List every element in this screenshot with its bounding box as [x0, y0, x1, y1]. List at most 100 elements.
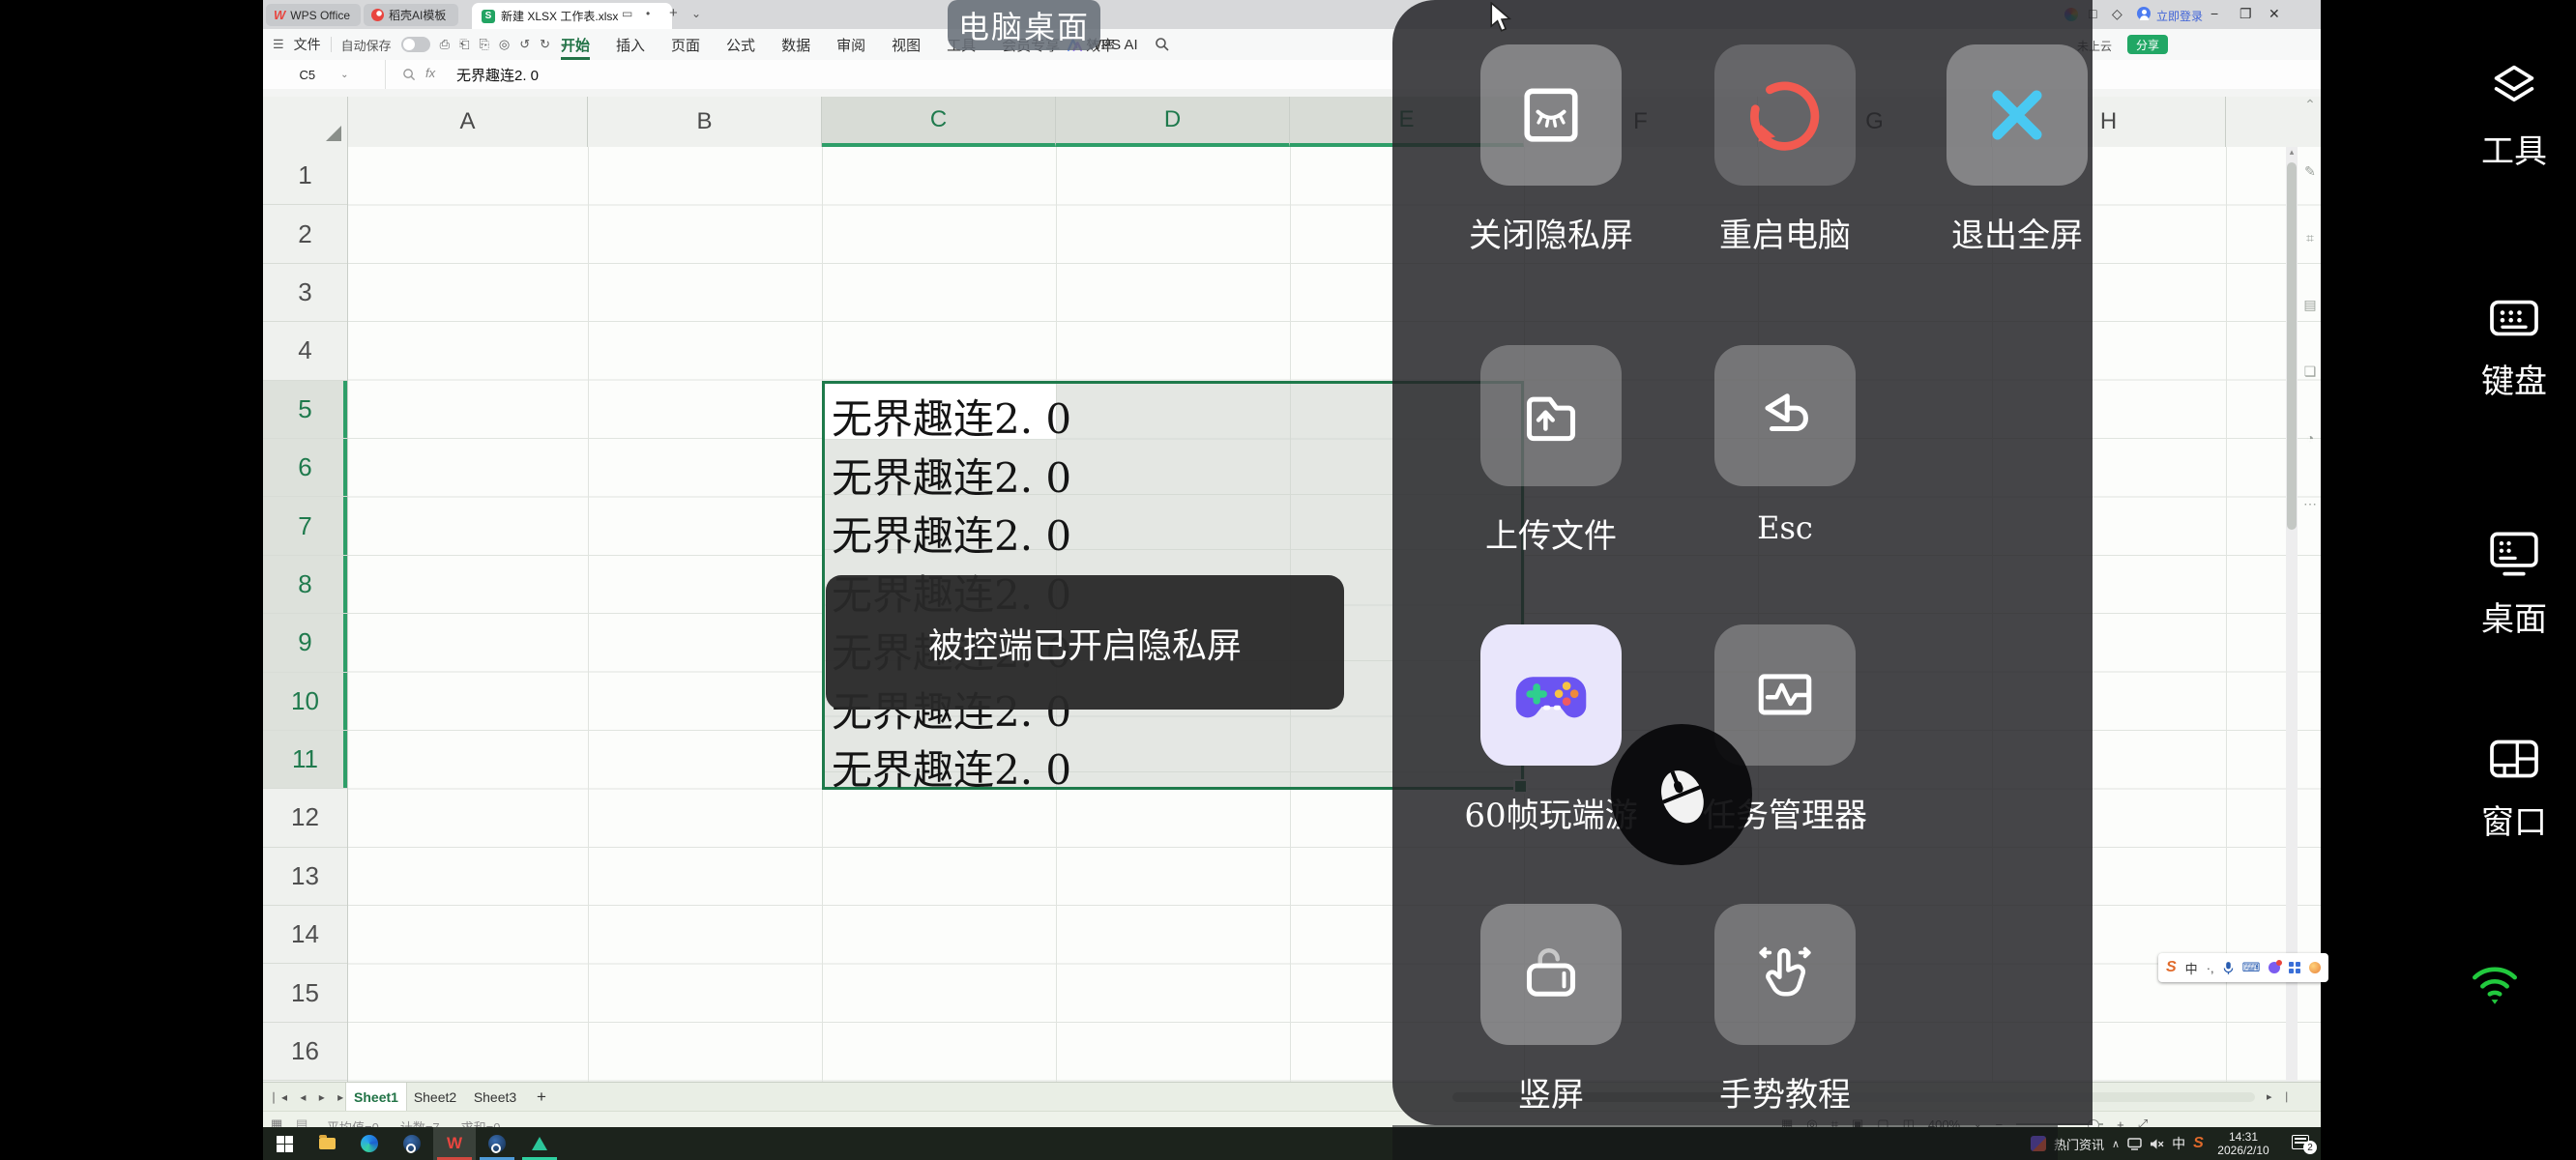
- scroll-end-icon[interactable]: ∣: [2284, 1090, 2290, 1103]
- name-box[interactable]: C5 ⌄: [263, 60, 386, 89]
- sheet-tab-1-active[interactable]: Sheet1: [345, 1083, 407, 1112]
- box-icon[interactable]: ◇: [2112, 6, 2122, 22]
- row-header[interactable]: 14: [263, 906, 347, 964]
- row-header[interactable]: 13: [263, 848, 347, 906]
- share-button[interactable]: 分享: [2127, 35, 2168, 54]
- restart-computer-button[interactable]: [1714, 44, 1856, 186]
- vertical-scroll-thumb[interactable]: [2287, 162, 2297, 530]
- row-header-selected[interactable]: 8: [263, 556, 347, 614]
- screen-label-pill[interactable]: 电脑桌面: [948, 0, 1100, 50]
- tab-formula[interactable]: 公式: [726, 29, 755, 60]
- save-icon[interactable]: ⎙: [440, 37, 450, 52]
- punctuation-mode[interactable]: ·,: [2207, 961, 2214, 975]
- sogou-toolbox-icon[interactable]: [2289, 962, 2300, 973]
- sidebar-item-windows[interactable]: 窗口: [2437, 737, 2576, 843]
- start-button[interactable]: [263, 1127, 306, 1160]
- preview-icon[interactable]: ◎: [499, 37, 510, 52]
- close-privacy-screen-button[interactable]: [1480, 44, 1622, 186]
- file-menu[interactable]: 文件: [294, 35, 321, 54]
- hidden-icons-chevron[interactable]: ∧: [2112, 1138, 2120, 1150]
- steam-button[interactable]: [391, 1127, 433, 1160]
- row-header[interactable]: 3: [263, 264, 347, 322]
- cell-text[interactable]: 无界趣连2. 0: [832, 387, 1071, 446]
- sogou-skin-icon[interactable]: [2269, 962, 2280, 973]
- avatar[interactable]: [2137, 7, 2151, 20]
- help-icon[interactable]: ◔: [2306, 430, 2314, 446]
- microphone-icon[interactable]: [2223, 961, 2234, 975]
- row-header-selected[interactable]: 6: [263, 439, 347, 497]
- select-all-corner[interactable]: [263, 97, 348, 147]
- esc-button[interactable]: [1714, 345, 1856, 486]
- new-tab-button[interactable]: +: [669, 5, 678, 21]
- emoji-icon[interactable]: [2309, 962, 2321, 973]
- row-header[interactable]: 1: [263, 147, 347, 205]
- name-box-chevron-icon[interactable]: ⌄: [340, 70, 348, 80]
- row-header[interactable]: 15: [263, 964, 347, 1022]
- panel-icon[interactable]: ❏: [2304, 363, 2317, 380]
- workbook-tab-active[interactable]: S 新建 XLSX 工作表.xlsx: [472, 3, 672, 29]
- redo-icon[interactable]: ↻: [540, 37, 550, 52]
- row-header[interactable]: 12: [263, 789, 347, 847]
- formula-value[interactable]: 无界趣连2. 0: [456, 65, 539, 85]
- mouse-mode-button[interactable]: [1611, 724, 1752, 865]
- close-button[interactable]: ✕: [2269, 6, 2280, 22]
- volume-muted-icon[interactable]: [2150, 1138, 2164, 1150]
- sheet-tab-2[interactable]: Sheet2: [405, 1083, 465, 1112]
- steam-running-button[interactable]: [476, 1127, 518, 1160]
- tab-list-chevron-icon[interactable]: ⌄: [691, 7, 701, 20]
- sidebar-item-desktop[interactable]: 桌面: [2437, 530, 2576, 640]
- row-header[interactable]: 2: [263, 205, 347, 263]
- scroll-up-icon[interactable]: ▴: [2286, 147, 2298, 158]
- cell-text[interactable]: 无界趣连2. 0: [832, 504, 1071, 563]
- login-link[interactable]: 立即登录: [2156, 8, 2203, 24]
- print-icon[interactable]: ⎘: [479, 37, 488, 52]
- minimize-button[interactable]: −: [2210, 6, 2218, 21]
- grid-icon[interactable]: ⌗: [2306, 230, 2314, 246]
- sogou-input-bar[interactable]: S 中 ·, ⌨: [2158, 953, 2328, 982]
- soft-keyboard-icon[interactable]: ⌨: [2242, 960, 2261, 975]
- row-header-selected[interactable]: 11: [263, 731, 347, 789]
- tab-insert[interactable]: 插入: [616, 29, 645, 60]
- sidebar-item-tools[interactable]: 工具: [2437, 60, 2576, 172]
- zoom-formula-icon[interactable]: [402, 68, 416, 81]
- tab-home[interactable]: 开始: [561, 29, 590, 60]
- sidebar-item-keyboard[interactable]: 键盘: [2437, 296, 2576, 402]
- row-header[interactable]: 4: [263, 322, 347, 380]
- game-mode-button[interactable]: [1480, 624, 1622, 766]
- autosave-toggle[interactable]: [401, 37, 430, 52]
- wps-taskbar-button-active[interactable]: W: [433, 1127, 476, 1160]
- rows-icon[interactable]: ▤: [2303, 297, 2316, 313]
- tab-monitor-icon[interactable]: ▭: [622, 7, 632, 20]
- column-header-a[interactable]: A: [348, 97, 588, 147]
- scroll-right-icon[interactable]: ▸: [2267, 1090, 2272, 1103]
- hamburger-menu-icon[interactable]: ☰: [273, 37, 284, 52]
- upload-file-button[interactable]: [1480, 345, 1622, 486]
- tab-review[interactable]: 审阅: [836, 29, 865, 60]
- column-header-d[interactable]: D: [1056, 97, 1290, 147]
- edge-button[interactable]: [348, 1127, 391, 1160]
- network-display-icon[interactable]: [2127, 1138, 2142, 1150]
- gesture-tutorial-button[interactable]: [1714, 904, 1856, 1045]
- tab-view[interactable]: 视图: [892, 29, 921, 60]
- ime-mode-indicator[interactable]: 中: [2172, 1134, 2185, 1153]
- restore-button[interactable]: ❐: [2239, 6, 2252, 22]
- row-header-selected[interactable]: 7: [263, 497, 347, 555]
- news-widget-label[interactable]: 热门资讯: [2054, 1135, 2104, 1153]
- row-header-selected[interactable]: 10: [263, 673, 347, 731]
- column-header-c[interactable]: C: [822, 97, 1056, 147]
- row-header-selected[interactable]: 5: [263, 381, 347, 439]
- vertical-scrollbar[interactable]: ▴: [2286, 147, 2298, 1082]
- file-explorer-button[interactable]: [306, 1127, 348, 1160]
- export-icon[interactable]: ⎗: [459, 37, 469, 52]
- row-header-selected[interactable]: 9: [263, 614, 347, 672]
- tab-page[interactable]: 页面: [671, 29, 700, 60]
- edit-icon[interactable]: ✎: [2304, 163, 2316, 180]
- search-icon[interactable]: [1155, 37, 1169, 51]
- cell-text[interactable]: 无界趣连2. 0: [832, 446, 1071, 505]
- column-header-b[interactable]: B: [588, 97, 822, 147]
- row-header[interactable]: 16: [263, 1023, 347, 1081]
- add-sheet-button[interactable]: +: [537, 1088, 546, 1107]
- wps-home-tab[interactable]: W WPS Office: [266, 4, 361, 26]
- sogou-logo-icon[interactable]: S: [2166, 959, 2177, 976]
- green-app-button[interactable]: [518, 1127, 561, 1160]
